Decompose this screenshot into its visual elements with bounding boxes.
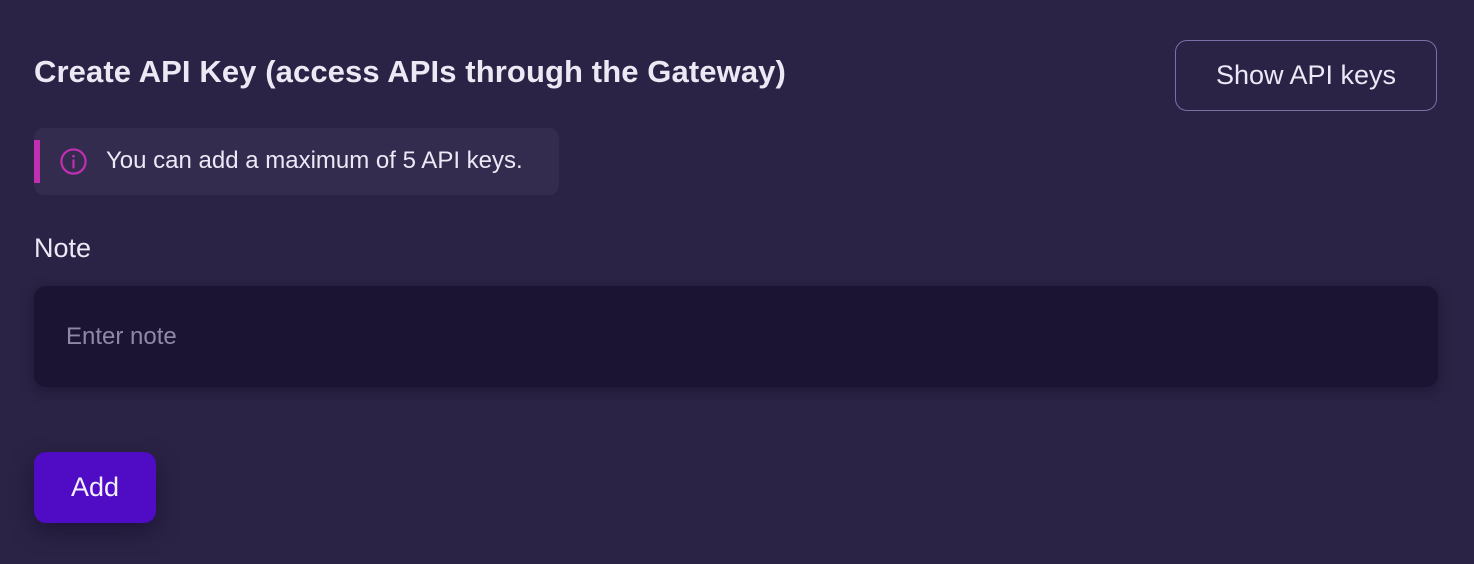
add-button[interactable]: Add (34, 452, 156, 523)
info-alert: You can add a maximum of 5 API keys. (34, 128, 559, 195)
info-icon (60, 148, 87, 175)
page-title: Create API Key (access APIs through the … (34, 54, 786, 89)
note-label: Note (34, 233, 92, 263)
alert-accent-bar (34, 140, 40, 183)
note-input[interactable] (34, 286, 1438, 387)
alert-message: You can add a maximum of 5 API keys. (106, 147, 523, 174)
show-api-keys-button[interactable]: Show API keys (1175, 40, 1437, 111)
create-api-key-panel: Create API Key (access APIs through the … (0, 0, 1474, 564)
